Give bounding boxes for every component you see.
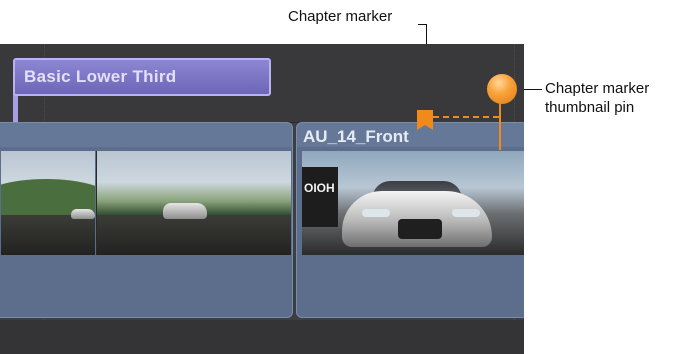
title-clip[interactable]: Basic Lower Third: [13, 58, 271, 96]
chapter-marker-connector: [433, 116, 499, 118]
clip-header: [0, 123, 292, 147]
clip-thumbnail: OIOH: [302, 151, 524, 255]
chapter-marker-callout: Chapter marker: [288, 8, 393, 25]
clip-header: AU_14_Front: [297, 123, 524, 147]
chapter-pin-callout: Chapter marker thumbnail pin: [545, 80, 650, 116]
clip-name: AU_14_Front: [303, 127, 409, 146]
chapter-thumbnail-pin-icon[interactable]: [487, 74, 517, 104]
video-clip[interactable]: [0, 122, 293, 318]
clip-thumbnail: [96, 151, 291, 255]
title-clip-label: Basic Lower Third: [24, 67, 177, 86]
bottom-lane: [0, 320, 524, 354]
clip-filmstrip: [1, 151, 291, 255]
clip-filmstrip: OIOH: [302, 151, 524, 255]
video-clip[interactable]: AU_14_Front OIOH: [296, 122, 524, 318]
timeline[interactable]: Basic Lower Third AU_14_Front OIOH: [0, 44, 524, 354]
clip-thumbnail: [1, 151, 95, 255]
thumbnail-pin-stem: [499, 100, 501, 150]
